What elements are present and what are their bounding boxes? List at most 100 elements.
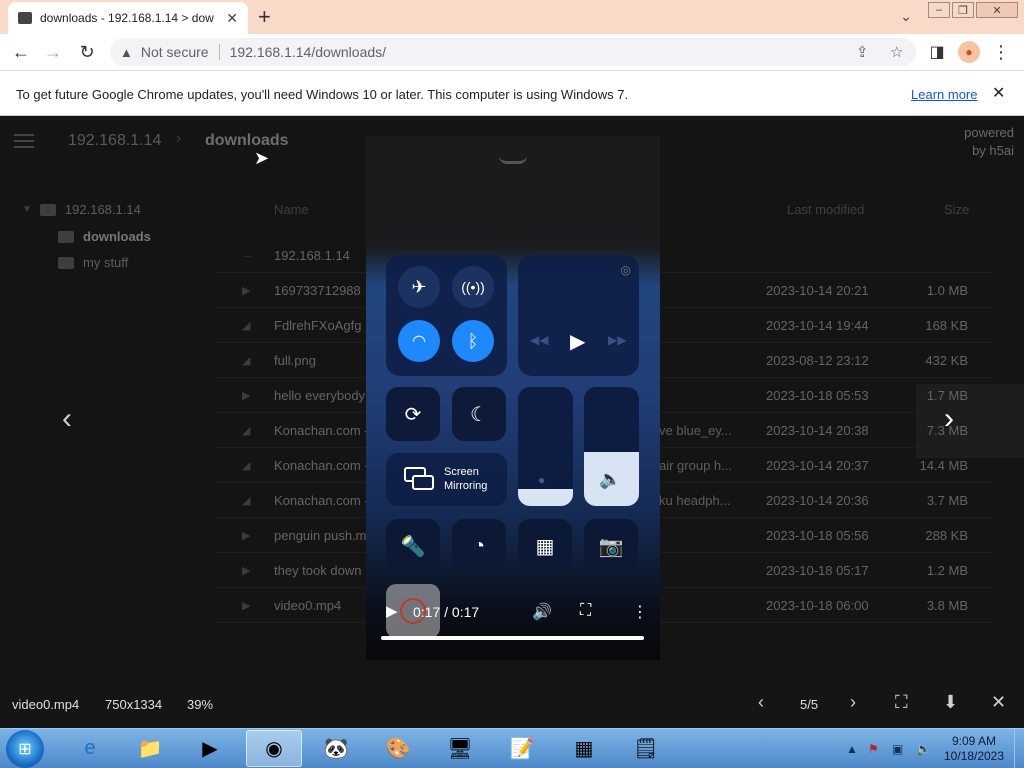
close-preview-icon[interactable]: ✕ <box>991 692 1006 713</box>
browser-tab[interactable]: downloads - 192.168.1.14 > dow ✕ <box>8 2 248 34</box>
play-file-icon: ▶ <box>242 565 251 577</box>
volume-icon[interactable]: 🔊 <box>532 602 552 622</box>
fast-forward-icon: ▶▶ <box>608 333 627 347</box>
file-name: they took down <box>274 563 362 578</box>
windows-taskbar: ⊞ e 📁 ▶ ◉ 🐼 🎨 🖥 📝 ▦ 🗒 ▲ ⚑ ▣ 🔈 9:09 AM 10… <box>0 728 1024 768</box>
file-modified: 2023-10-18 05:17 <box>766 563 869 578</box>
breadcrumb-current[interactable]: downloads <box>205 132 289 150</box>
column-header-name[interactable]: Name <box>274 202 309 217</box>
play-file-icon: ▶ <box>242 285 251 297</box>
volume-slider: 🔈 <box>584 387 639 506</box>
show-hidden-icons-chevron-icon[interactable]: ▲ <box>846 742 858 756</box>
start-button-icon[interactable]: ⊞ <box>6 730 44 768</box>
file-name: Konachan.com - <box>274 458 369 473</box>
action-center-flag-icon[interactable]: ⚑ <box>868 742 879 756</box>
previous-arrow-icon[interactable]: ‹ <box>62 402 72 436</box>
tab-close-icon[interactable]: ✕ <box>226 10 238 27</box>
update-infobar: To get future Google Chrome updates, you… <box>0 70 1024 116</box>
share-icon[interactable]: ⇪ <box>856 43 869 61</box>
parent-folder-name: 192.168.1.14 <box>274 248 350 263</box>
prev-chevron-icon[interactable]: ‹ <box>758 692 764 713</box>
play-button-icon[interactable]: ▶ <box>386 602 398 620</box>
tab-search-chevron-icon[interactable]: ⌄ <box>896 6 916 26</box>
system-clock[interactable]: 9:09 AM 10/18/2023 <box>942 734 1006 764</box>
tree-item-label: 192.168.1.14 <box>64 202 141 217</box>
column-header-size[interactable]: Size <box>944 202 969 217</box>
file-explorer-icon[interactable]: 📁 <box>122 730 178 767</box>
media-player-icon[interactable]: ▶ <box>182 730 238 767</box>
mouse-cursor-icon: ➤ <box>254 148 270 168</box>
airplane-icon: ✈ <box>398 266 440 308</box>
breadcrumb-separator-icon: › <box>176 130 182 147</box>
breadcrumb-root[interactable]: 192.168.1.14 <box>68 132 161 150</box>
camera-icon: 📷 <box>584 519 638 573</box>
minimize-button[interactable]: – <box>928 2 950 18</box>
fullscreen-icon[interactable]: ⛶ <box>895 692 908 713</box>
timer-icon: ◔ <box>452 519 506 573</box>
internet-explorer-icon[interactable]: e <box>62 730 118 767</box>
address-bar[interactable]: ▲ Not secure 192.168.1.14/downloads/ ⇪ ☆ <box>110 38 916 66</box>
reload-icon[interactable]: ↻ <box>76 41 98 63</box>
side-panel-icon[interactable]: ◨ <box>926 41 948 63</box>
file-size: 168 KB <box>925 318 968 333</box>
close-window-button[interactable]: ✕ <box>976 2 1018 18</box>
video-player[interactable]: ✈ ((•)) ◠ ᛒ ◎ ◀◀ ▶ ▶▶ ⟳ ☾ ● 🔈 Screen Mir… <box>366 136 660 660</box>
menu-dots-icon[interactable]: ⋮ <box>990 41 1012 63</box>
sticky-notes-icon[interactable]: 🗒 <box>618 730 674 767</box>
network-computer-icon[interactable]: 🖥 <box>432 730 488 767</box>
file-size: 1.2 MB <box>926 563 968 578</box>
forward-arrow-icon[interactable]: → <box>42 41 64 63</box>
play-file-icon: ▶ <box>242 600 251 612</box>
tree-item-root[interactable]: ▼ 192.168.1.14 <box>22 202 141 217</box>
play-file-icon: ▶ <box>242 530 251 542</box>
new-tab-button[interactable]: + <box>258 4 271 30</box>
download-icon[interactable]: ⬇ <box>943 692 958 713</box>
tree-item-downloads[interactable]: downloads <box>58 229 151 244</box>
notepad-icon[interactable]: 📝 <box>494 730 550 767</box>
video-progress-bar[interactable] <box>381 636 644 640</box>
calculator-app-icon[interactable]: ▦ <box>556 730 612 767</box>
next-chevron-icon[interactable]: › <box>850 692 856 713</box>
preview-filename: video0.mp4 <box>12 697 80 712</box>
maximize-button[interactable]: ❐ <box>952 2 974 18</box>
media-panel: ◎ ◀◀ ▶ ▶▶ <box>518 255 639 376</box>
bookmark-star-icon[interactable]: ☆ <box>890 43 903 61</box>
sidebar-toggle-icon[interactable] <box>14 134 34 148</box>
column-header-modified[interactable]: Last modified <box>787 202 864 217</box>
video-controls: ▶ 0:17 / 0:17 🔊 ⛶ ⋮ <box>366 592 660 644</box>
paint-icon[interactable]: 🎨 <box>370 730 426 767</box>
folder-icon <box>18 12 32 24</box>
volume-tray-icon[interactable]: 🔈 <box>916 742 931 756</box>
chrome-icon[interactable]: ◉ <box>246 730 302 767</box>
back-arrow-icon[interactable]: ← <box>10 41 32 63</box>
network-icon[interactable]: ▣ <box>892 742 903 756</box>
more-options-icon[interactable]: ⋮ <box>632 602 648 622</box>
image-file-icon: ◢ <box>242 320 251 332</box>
screen-mirroring-icon <box>404 467 434 491</box>
back-arrow-icon: ← <box>242 249 253 261</box>
fullscreen-icon[interactable]: ⛶ <box>580 602 591 620</box>
chevron-down-icon[interactable]: ▼ <box>22 204 32 215</box>
learn-more-link[interactable]: Learn more <box>911 87 977 102</box>
cellular-antenna-icon: ((•)) <box>452 266 494 308</box>
tab-title: downloads - 192.168.1.14 > dow <box>40 11 214 25</box>
file-modified: 2023-10-18 05:56 <box>766 528 869 543</box>
tree-item-my-stuff[interactable]: my stuff <box>58 255 128 270</box>
show-desktop-button[interactable] <box>1014 729 1024 768</box>
folder-icon <box>58 230 74 243</box>
file-modified: 2023-10-14 20:21 <box>766 283 869 298</box>
not-secure-label[interactable]: Not secure <box>141 44 209 60</box>
file-size: 1.7 MB <box>926 388 968 403</box>
panda-app-icon[interactable]: 🐼 <box>308 730 364 767</box>
rewind-icon: ◀◀ <box>530 333 549 347</box>
file-size: 3.7 MB <box>926 493 968 508</box>
profile-avatar[interactable]: ● <box>958 41 980 63</box>
brightness-fill <box>518 489 573 506</box>
powered-by-label[interactable]: powered by h5ai <box>958 124 1014 160</box>
file-size: 14.4 MB <box>919 458 968 473</box>
url-text[interactable]: 192.168.1.14/downloads/ <box>230 44 386 60</box>
warning-triangle-icon[interactable]: ▲ <box>120 45 133 60</box>
file-size: 432 KB <box>925 353 968 368</box>
image-file-icon: ◢ <box>242 355 251 367</box>
infobar-close-icon[interactable]: ✕ <box>992 83 1005 103</box>
